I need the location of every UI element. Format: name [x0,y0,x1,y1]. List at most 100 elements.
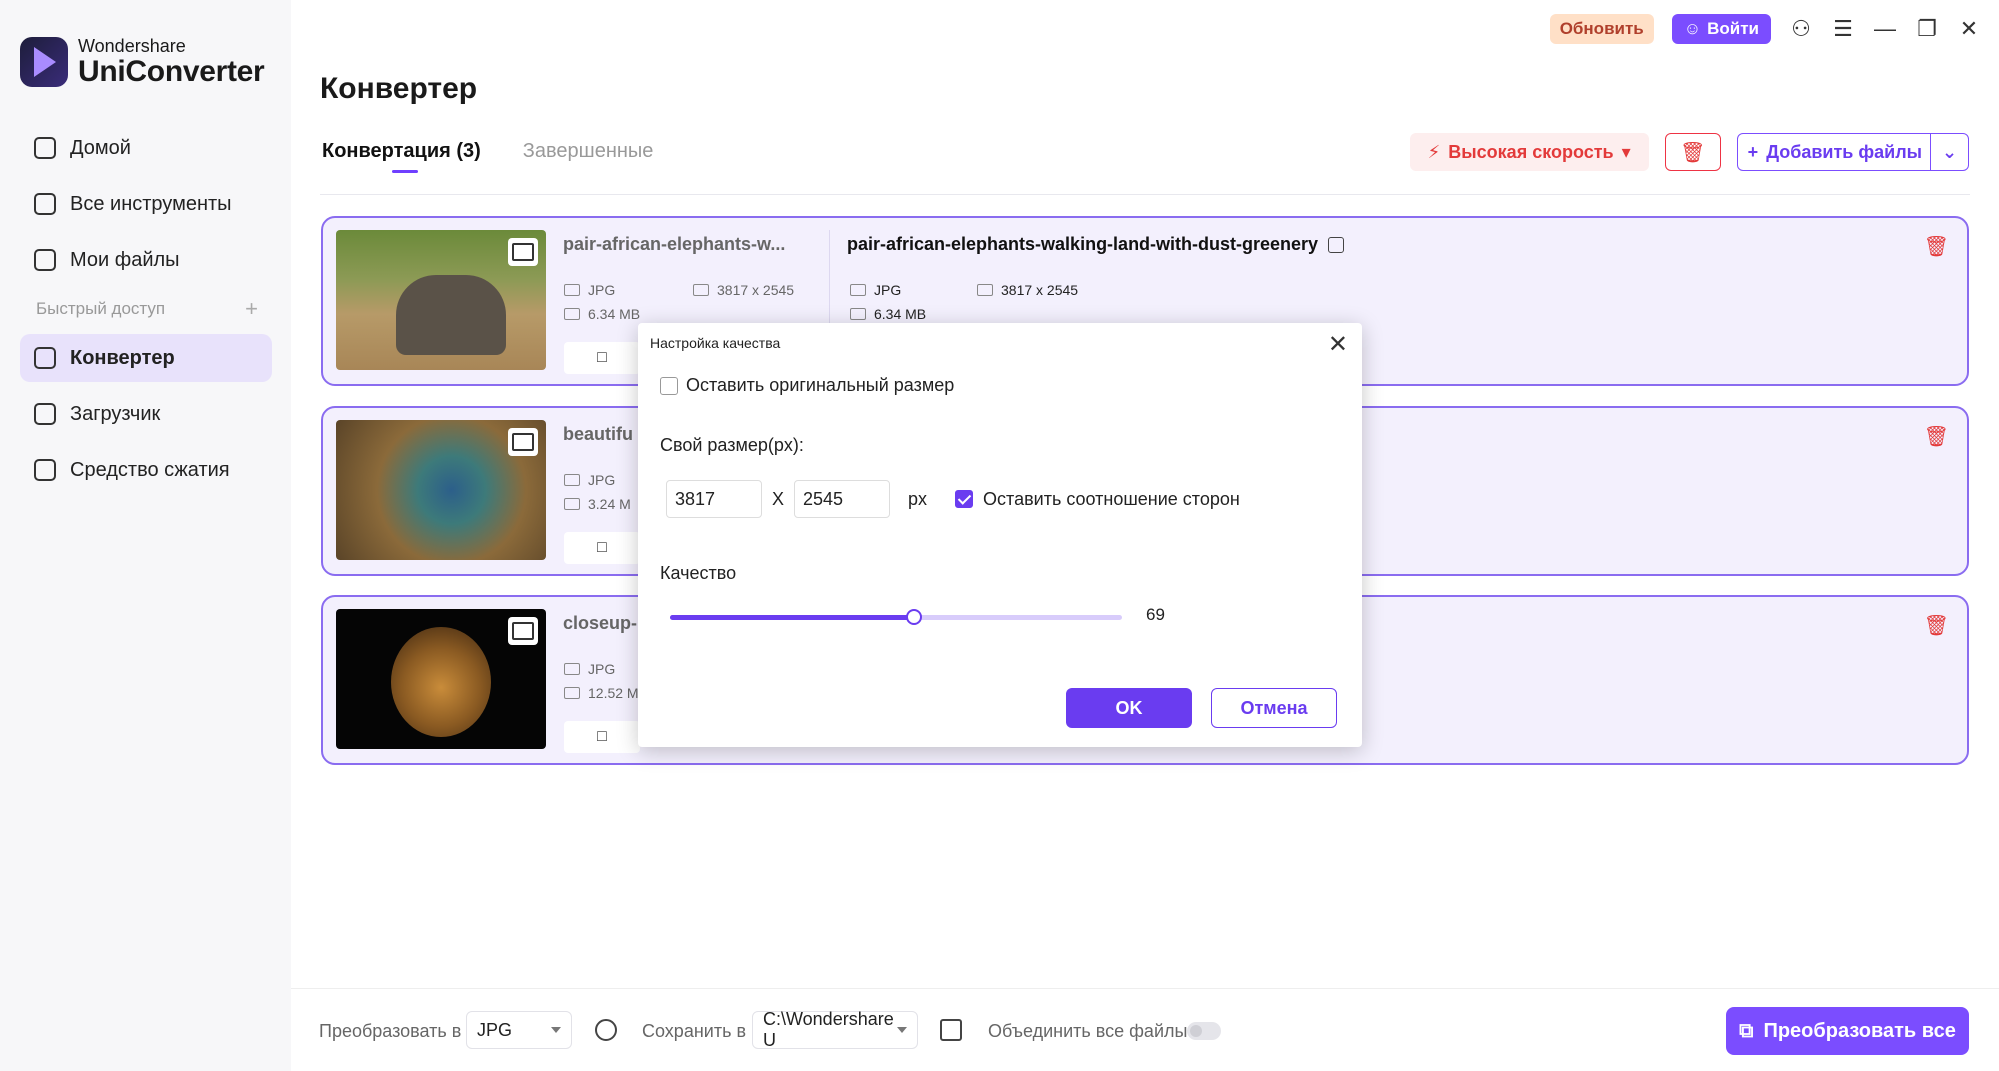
source-size: 12.52 M [564,685,639,701]
delete-file-icon[interactable]: 🗑 [1924,613,1949,638]
folder-icon[interactable] [940,1019,962,1041]
lightning-icon: ⚡ [1427,141,1441,162]
restore-icon[interactable]: ❐ [1915,16,1939,41]
page-title: Конвертер [320,72,478,105]
crop-button[interactable]: □ [564,721,640,753]
file-thumbnail[interactable] [336,230,546,370]
converter-icon: ⧉ [1739,1019,1754,1042]
menu-icon[interactable]: ☰ [1831,16,1855,41]
delete-file-icon[interactable]: 🗑 [1924,234,1949,259]
quality-slider-thumb[interactable] [906,609,923,625]
quality-slider[interactable] [670,609,1122,625]
keep-original-row[interactable]: Оставить оригинальный размер [660,375,954,396]
high-speed-label: Высокая скорость [1448,141,1614,162]
plus-icon: + [1747,141,1759,162]
sidebar-item-compressor[interactable]: Средство сжатия [20,446,272,494]
folder-icon [564,308,580,320]
quick-access-header: Быстрый доступ + [20,292,272,326]
sidebar-item-label: Все инструменты [70,192,232,215]
delete-file-icon[interactable]: 🗑 [1924,424,1949,449]
convert-all-button[interactable]: ⧉ Преобразовать все [1726,1007,1969,1055]
keep-original-checkbox[interactable] [660,376,678,395]
tabs: Конвертация (3) Завершенные [322,140,654,173]
image-type-icon [508,428,538,456]
bottom-bar: Преобразовать в JPG Сохранить в C:\Wonde… [291,988,1999,1071]
merge-toggle[interactable] [1187,1022,1221,1040]
crop-icon: □ [597,539,607,556]
edit-name-icon[interactable] [1328,236,1345,253]
delete-all-button[interactable]: 🗑 [1664,133,1721,171]
settings-icon[interactable] [595,1019,617,1041]
minimize-icon[interactable]: — [1873,16,1897,41]
sidebar-item-home[interactable]: Домой [20,124,272,172]
quality-slider-fill [670,615,915,620]
high-speed-button[interactable]: ⚡ Высокая скорость ▾ [1409,133,1649,171]
source-format: JPG [564,472,615,488]
close-icon[interactable]: ✕ [1957,16,1981,41]
output-format-select[interactable]: JPG [466,1011,572,1049]
save-to-label: Сохранить в [642,1021,747,1041]
crop-button[interactable]: □ [564,532,640,564]
keep-ratio-label: Оставить соотношение сторон [983,488,1240,509]
sidebar-item-label: Загрузчик [70,402,161,425]
image-type-icon [508,617,538,645]
width-input[interactable]: 3817 [666,480,762,518]
cancel-button[interactable]: Отмена [1211,688,1337,728]
save-path-select[interactable]: C:\Wondershare U [752,1009,918,1050]
file-icon [34,249,56,271]
crop-icon: □ [597,349,607,366]
output-filename: pair-african-elephants-walking-land-with… [847,234,1345,255]
source-size: 6.34 MB [564,306,640,322]
video-icon [564,663,580,675]
add-files-label: Добавить файлы [1766,141,1922,162]
add-quick-access-icon[interactable]: + [245,296,258,322]
source-format: JPG [564,661,615,677]
size-separator: X [772,488,785,509]
toolbox-icon [34,193,56,215]
output-format: JPG [850,282,901,298]
folder-icon [564,498,580,510]
trash-icon: 🗑 [1679,141,1706,164]
brand-vendor: Wondershare [78,36,186,56]
login-label: Войти [1707,19,1759,38]
elephant-shape [396,275,506,355]
source-filename: pair-african-elephants-w... [563,234,786,254]
tab-converting[interactable]: Конвертация (3) [322,140,481,173]
video-icon [564,284,580,296]
divider [320,194,1970,195]
height-input[interactable]: 2545 [794,480,891,518]
chevron-down-icon: ▾ [1621,141,1631,162]
update-button[interactable]: Обновить [1549,14,1654,44]
keep-ratio-checkbox[interactable] [955,490,974,508]
video-icon [564,474,580,486]
chevron-down-icon [551,1027,561,1033]
file-thumbnail[interactable] [336,420,546,560]
resolution-icon [693,284,709,296]
source-resolution: 3817 x 2545 [693,282,794,298]
source-format: JPG [564,282,615,298]
file-thumbnail[interactable] [336,609,546,749]
sidebar-item-converter[interactable]: Конвертер [20,334,272,382]
converter-icon [34,347,56,369]
sidebar-nav: Домой Все инструменты Мои файлы Быстрый … [20,124,272,502]
brand: Wondershare UniConverter [20,36,265,88]
dialog-title: Настройка качества [650,335,781,351]
home-icon [34,137,56,159]
headset-icon[interactable]: ⚇ [1789,16,1813,41]
sidebar-item-downloader[interactable]: Загрузчик [20,390,272,438]
tab-finished[interactable]: Завершенные [523,140,654,163]
keep-original-label: Оставить оригинальный размер [686,375,955,395]
ok-button[interactable]: OK [1066,688,1192,728]
add-files-button[interactable]: + Добавить файлы ⌄ [1736,133,1969,171]
lion-shape [391,627,491,737]
add-files-dropdown-icon[interactable]: ⌄ [1930,134,1968,170]
close-icon[interactable]: ✕ [1328,333,1348,357]
output-resolution: 3817 x 2545 [977,282,1078,298]
sidebar-item-all-tools[interactable]: Все инструменты [20,180,272,228]
login-button[interactable]: ☺ Войти [1671,14,1771,44]
size-inputs-row: 3817 X 2545 px Оставить соотношение стор… [666,480,1240,518]
convert-to-label: Преобразовать в [319,1021,462,1041]
user-icon: ☺ [1683,19,1702,38]
crop-button[interactable]: □ [564,342,640,374]
sidebar-item-my-files[interactable]: Мои файлы [20,236,272,284]
